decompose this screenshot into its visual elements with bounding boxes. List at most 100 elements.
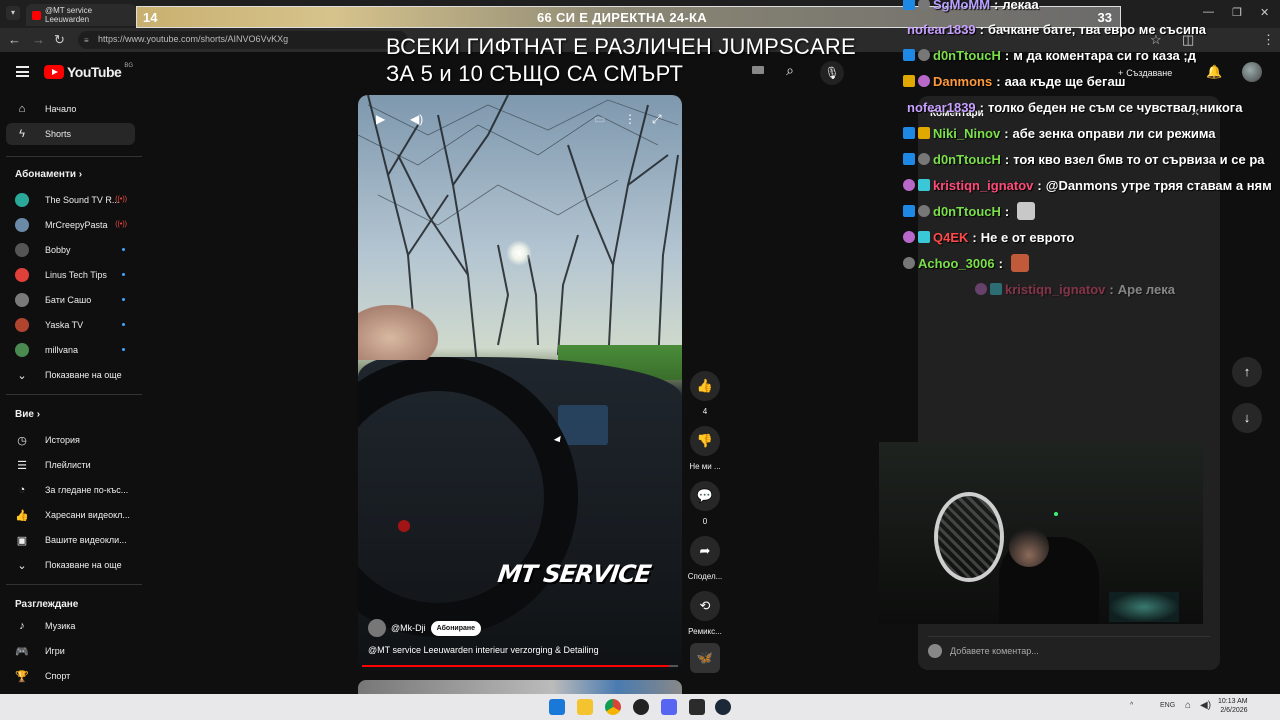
chat-text: Аре лека	[1117, 281, 1175, 297]
obs-icon[interactable]	[633, 699, 649, 715]
language-indicator[interactable]: ENG	[1160, 702, 1175, 709]
sidebar: ⌂ Начало ϟ Shorts Абонаменти › The Sound…	[0, 94, 145, 694]
channel-avatar	[15, 193, 29, 207]
chat-text: Не е от еврото	[980, 229, 1075, 245]
url-field[interactable]: https://www.youtube.com/shorts/AINVO6VvK…	[78, 31, 408, 49]
you-heading[interactable]: Вие ›	[15, 409, 40, 420]
channel-info: @Mk-Dji Абониране	[368, 619, 482, 637]
sidebar-item-channel[interactable]: Linus Tech Tips	[6, 264, 135, 286]
chat-message: Danmons: ааа къде ще бегаш	[903, 71, 1126, 91]
next-short-preview[interactable]	[358, 680, 682, 694]
sidebar-item-label: Игри	[45, 646, 65, 656]
chrome-icon[interactable]	[605, 699, 621, 715]
chat-message: nofear1839: толко беден не съм се чувства…	[907, 97, 1242, 117]
new-content-dot	[122, 273, 125, 276]
share-button[interactable]: ➦ Сподел...	[686, 536, 724, 581]
sidebar-item-channel[interactable]: Yaska TV	[6, 314, 135, 336]
sidebar-item-label: Показване на още	[45, 370, 122, 380]
user-avatar	[928, 644, 942, 658]
sidebar-item-label: Харесани видеокл...	[45, 510, 130, 520]
tray-expand-icon[interactable]: ^	[1130, 702, 1133, 709]
chat-badge-icon	[903, 231, 915, 243]
steam-icon[interactable]	[715, 699, 731, 715]
sidebar-item-label: Бати Сашо	[45, 295, 92, 305]
playlists-icon: ☰	[17, 459, 27, 472]
chat-message: nofear1839: бачкане бате, тва евро ме със…	[907, 19, 1206, 39]
youtube-logo[interactable]: YouTube BG	[44, 63, 133, 80]
show-more-you[interactable]: ⌄ Показване на още	[6, 554, 135, 576]
chat-username: kristiqn_ignatov	[1005, 281, 1106, 297]
sidebar-item-gaming[interactable]: 🎮 Игри	[6, 640, 135, 662]
captions-icon[interactable]: ▭	[594, 112, 605, 126]
browser-tab[interactable]: @MT service Leeuwarden	[26, 4, 136, 26]
sidebar-item-channel[interactable]: millvana	[6, 339, 135, 361]
chat-badge-icon	[903, 205, 915, 217]
terminal-icon[interactable]	[689, 699, 705, 715]
menu-hamburger-icon[interactable]	[16, 66, 29, 77]
remix-button[interactable]: ⟲ Ремикс...	[686, 591, 724, 636]
video-progress-bar[interactable]	[362, 665, 678, 667]
volume-icon[interactable]: ◀)	[410, 112, 423, 126]
subscriptions-heading[interactable]: Абонаменти ›	[15, 169, 82, 180]
sidebar-item-channel[interactable]: MrCreepyPasta ((•))	[6, 214, 135, 236]
shorts-video-player[interactable]: MT SERVICE ▶ ◀) ▭ ⋮ ⤢ @Mk-Dji Абониране …	[358, 95, 682, 670]
like-button[interactable]: 👍 4	[686, 371, 724, 416]
chat-badge-icon	[903, 75, 915, 87]
sound-button[interactable]: 🦋	[686, 643, 724, 673]
explore-heading: Разглеждане	[15, 599, 79, 610]
chat-username: kristiqn_ignatov	[933, 177, 1034, 193]
new-content-dot	[122, 323, 125, 326]
add-comment-placeholder: Добавете коментар...	[950, 646, 1039, 656]
discord-icon[interactable]	[661, 699, 677, 715]
volume-tray-icon[interactable]: ◀)	[1200, 700, 1211, 711]
sidebar-item-channel[interactable]: Bobby	[6, 239, 135, 261]
divider	[6, 584, 142, 585]
more-options-icon[interactable]: ⋮	[624, 112, 636, 126]
dislike-button[interactable]: 👎 Не ми ...	[686, 426, 724, 471]
back-icon[interactable]: ←	[8, 32, 21, 47]
sidebar-item-liked-videos[interactable]: 👍 Харесани видеокл...	[6, 504, 135, 526]
chat-separator: :	[996, 73, 1001, 89]
sidebar-item-sports[interactable]: 🏆 Спорт	[6, 665, 135, 687]
chat-username: Q4EK	[933, 229, 969, 245]
video-title[interactable]: @MT service Leeuwarden interieur verzorg…	[368, 645, 599, 655]
goal-left-value: 14	[143, 10, 158, 25]
subscribe-button[interactable]: Абониране	[430, 620, 482, 636]
tab-list-button[interactable]: ▾	[6, 6, 20, 20]
sidebar-item-watch-later[interactable]: ◔ За гледане по-къс...	[6, 479, 135, 501]
play-icon[interactable]: ▶	[376, 112, 385, 126]
channel-handle[interactable]: @Mk-Dji	[391, 623, 426, 633]
sidebar-item-shorts[interactable]: ϟ Shorts	[6, 123, 135, 145]
chat-badge-icon	[918, 153, 930, 165]
sidebar-item-channel[interactable]: Бати Сашо	[6, 289, 135, 311]
chat-separator: :	[994, 0, 999, 12]
sidebar-item-playlists[interactable]: ☰ Плейлисти	[6, 454, 135, 476]
screen: ▾ @MT service Leeuwarden — ❐ ✕ ← → ↻ htt…	[0, 0, 1280, 720]
channel-avatar[interactable]	[368, 619, 386, 637]
network-icon[interactable]: ⌂	[1185, 700, 1191, 711]
sidebar-item-channel[interactable]: The Sound TV R... ((•))	[6, 189, 135, 211]
site-info-icon[interactable]: ≡	[84, 36, 89, 45]
chat-emote-icon	[1017, 202, 1036, 220]
channel-avatar	[15, 343, 29, 357]
file-explorer-icon[interactable]	[577, 699, 593, 715]
chat-text: толко беден не съм се чувствал никога	[988, 99, 1243, 115]
forward-icon[interactable]: →	[32, 32, 45, 47]
chat-message: Q4EK: Не е от еврото	[903, 227, 1074, 247]
heading-text: Абонаменти	[15, 169, 77, 180]
system-clock[interactable]: 10:13 AM 2/6/2026	[1218, 697, 1248, 715]
sidebar-item-music[interactable]: ♪ Музика	[6, 615, 135, 637]
next-short-button[interactable]: ↓	[1232, 403, 1262, 433]
sidebar-item-home[interactable]: ⌂ Начало	[6, 98, 135, 120]
windows-start-icon[interactable]	[549, 699, 565, 715]
share-label: Сподел...	[687, 572, 723, 581]
previous-short-button[interactable]: ↑	[1232, 357, 1262, 387]
comments-button[interactable]: 💬 0	[686, 481, 724, 526]
add-comment-field[interactable]: Добавете коментар...	[928, 644, 1039, 658]
sidebar-item-label: За гледане по-къс...	[45, 485, 129, 495]
sidebar-item-your-videos[interactable]: ▣ Вашите видеокли...	[6, 529, 135, 551]
show-more-subscriptions[interactable]: ⌄ Показване на още	[6, 364, 135, 386]
reload-icon[interactable]: ↻	[54, 32, 65, 48]
sidebar-item-history[interactable]: ◷ История	[6, 429, 135, 451]
fullscreen-icon[interactable]: ⤢	[652, 112, 662, 127]
